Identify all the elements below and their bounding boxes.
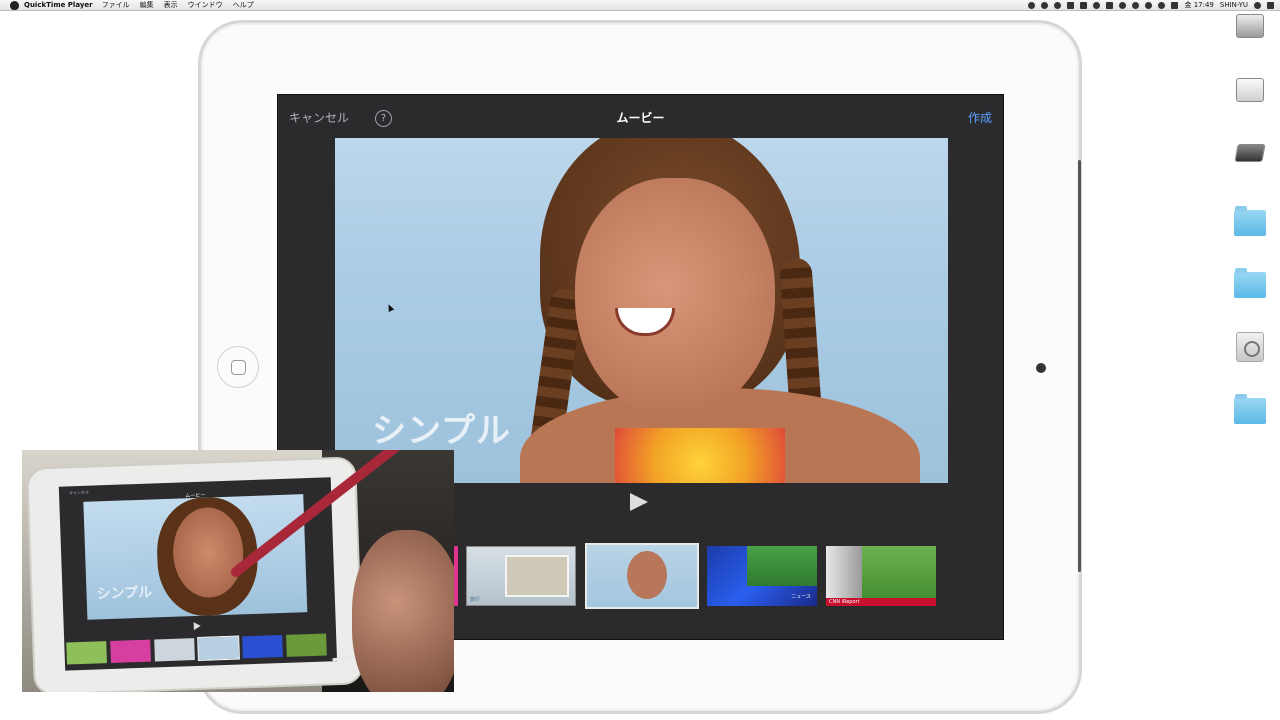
cloud-icon[interactable] (1054, 2, 1062, 9)
preview-image-face (575, 178, 775, 418)
theme-caption: CNN iReport (829, 599, 860, 605)
menu-window[interactable]: ウインドウ (188, 0, 223, 11)
desktop-preferences[interactable] (1220, 332, 1280, 362)
record-icon[interactable] (1093, 2, 1101, 9)
wifi-icon[interactable] (1119, 2, 1127, 9)
clock[interactable]: 金 17:49 (1184, 0, 1213, 11)
google-drive-icon[interactable] (1067, 2, 1075, 9)
theme-thumbnail-news[interactable]: ニュース (707, 546, 817, 606)
create-button[interactable]: 作成 (968, 109, 992, 126)
inset-thumb (110, 639, 151, 663)
inset-thumb (286, 633, 327, 657)
inset-tablet-screen: キャンセル ムービー シンプル (58, 477, 338, 671)
app-menu[interactable]: QuickTime Player (24, 0, 93, 11)
status-app-icon[interactable] (1028, 2, 1036, 9)
desktop-folder-1[interactable] (1220, 206, 1280, 236)
camera-inset-video: キャンセル ムービー シンプル (22, 450, 454, 692)
external-drive-icon (1234, 144, 1266, 162)
menu-file[interactable]: ファイル (102, 0, 130, 11)
inset-theme-title: シンプル (96, 584, 153, 603)
top-bar: キャンセル ? ムービー 作成 (278, 95, 1003, 139)
scroll-indicator (1078, 160, 1081, 572)
home-square-icon (231, 360, 246, 375)
inset-tablet: キャンセル ムービー シンプル (26, 456, 364, 692)
desktop-drive-3[interactable] (1220, 144, 1280, 162)
hard-drive-icon (1236, 78, 1264, 102)
time-machine-icon[interactable] (1145, 2, 1153, 9)
desktop-drive-2[interactable] (1220, 78, 1280, 102)
bluetooth-icon[interactable] (1132, 2, 1140, 9)
menu-view[interactable]: 表示 (164, 0, 178, 11)
volume-icon[interactable] (1158, 2, 1166, 9)
menu-help[interactable]: ヘルプ (233, 0, 254, 11)
theme-caption: 旅行 (470, 597, 481, 603)
front-camera (1036, 363, 1046, 373)
input-method-icon[interactable] (1171, 2, 1179, 9)
inset-thumb (197, 635, 240, 661)
inset-play-icon (193, 621, 201, 631)
dropbox-icon[interactable] (1041, 2, 1049, 9)
theme-thumbnail-cnn-ireport[interactable]: CNN iReport (826, 546, 936, 606)
menu-edit[interactable]: 編集 (140, 0, 154, 11)
folder-icon (1234, 268, 1266, 298)
theme-caption: ニュース (791, 594, 811, 600)
desktop-folder-2[interactable] (1220, 268, 1280, 298)
hard-drive-icon (1236, 14, 1264, 38)
folder-icon (1234, 394, 1266, 424)
theme-thumbnail-travel[interactable]: 旅行 (466, 546, 576, 606)
user-name[interactable]: SHIN-YU (1220, 0, 1248, 11)
inset-hand (352, 530, 454, 692)
inset-thumbnails (66, 633, 337, 665)
inset-thumb (242, 634, 283, 659)
theme-title-text: シンプル (372, 411, 511, 451)
inset-thumb (154, 638, 195, 662)
document-icon[interactable] (1080, 2, 1088, 9)
page-title: ムービー (616, 111, 665, 125)
theme-thumbnail-partial[interactable] (454, 546, 458, 606)
inset-preview: シンプル (83, 494, 308, 620)
thumbnail-image (627, 551, 667, 599)
search-icon[interactable] (1254, 2, 1261, 9)
notification-center-icon[interactable] (1267, 2, 1274, 9)
theme-preview[interactable]: シンプル (335, 138, 948, 483)
play-icon[interactable] (630, 493, 648, 511)
folder-icon (1234, 206, 1266, 236)
preview-image-shirt (615, 428, 785, 483)
status-area: 金 17:49 SHIN-YU (1022, 0, 1274, 11)
home-button[interactable] (217, 346, 259, 388)
system-preferences-icon (1236, 332, 1264, 362)
theme-thumbnail-simple-selected[interactable] (585, 543, 699, 609)
menu-bar: QuickTime Player ファイル 編集 表示 ウインドウ ヘルプ 金 … (0, 0, 1280, 11)
apple-menu-icon[interactable] (10, 0, 19, 10)
inset-thumb (66, 641, 107, 665)
airplay-icon[interactable] (1106, 2, 1114, 9)
desktop-folder-3[interactable] (1220, 394, 1280, 424)
desktop-drive-1[interactable] (1220, 14, 1280, 38)
